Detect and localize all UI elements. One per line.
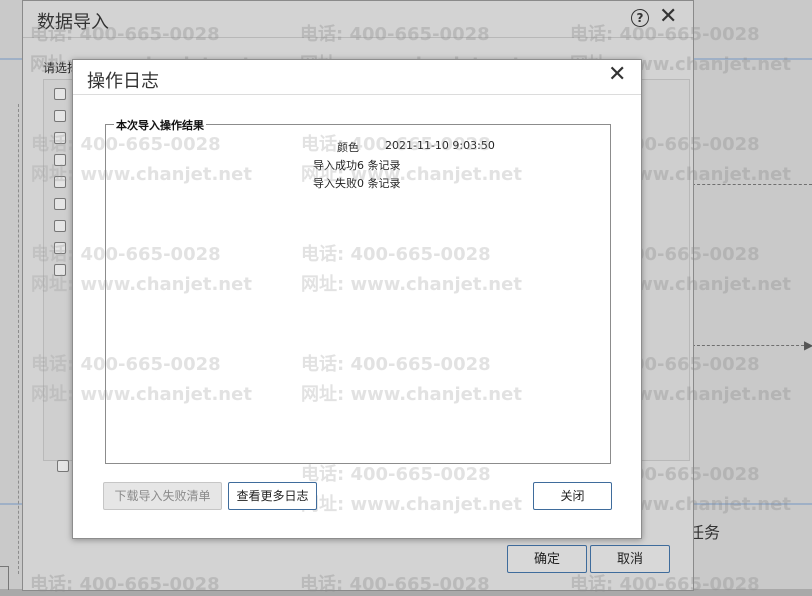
- watermark-phone: 电话: 400-665-0028: [31, 134, 221, 155]
- watermark-phone: 电话: 400-665-0028: [301, 464, 491, 485]
- watermark-phone: 电话: 400-665-0028: [31, 354, 221, 375]
- arrow-right-icon: ▶: [804, 338, 812, 352]
- watermark-phone: 电话: 400-665-0028: [300, 24, 490, 45]
- watermark-phone: 电话: 400-665-0028: [570, 24, 760, 45]
- cancel-button[interactable]: 取消: [590, 545, 670, 573]
- download-failed-list-button[interactable]: 下载导入失败清单: [103, 482, 222, 510]
- watermark-phone: 电话: 400-665-0028: [301, 134, 491, 155]
- watermark-phone: 电话: 400-665-0028: [30, 574, 220, 595]
- close-icon[interactable]: ✕: [608, 62, 626, 88]
- dialog-title: 操作日志: [87, 71, 159, 92]
- watermark-site: 网址: www.chanjet.net: [301, 164, 522, 185]
- confirm-button[interactable]: 确定: [507, 545, 587, 573]
- watermark-site: 网址: www.chanjet.net: [301, 384, 522, 405]
- background-bracket: [0, 566, 9, 590]
- watermark-phone: 电话: 400-665-0028: [570, 574, 760, 595]
- select-all-checkbox[interactable]: [54, 88, 66, 100]
- watermark-site: 网址: www.chanjet.net: [31, 384, 252, 405]
- item-checkbox[interactable]: [54, 110, 66, 122]
- background-dashed-line: [18, 104, 19, 574]
- option-checkbox[interactable]: [57, 460, 69, 472]
- watermark-phone: 电话: 400-665-0028: [300, 574, 490, 595]
- watermark-site: 网址: www.chanjet.net: [31, 164, 252, 185]
- item-checkbox[interactable]: [54, 198, 66, 210]
- operation-log-dialog: 操作日志 ✕ 本次导入操作结果 颜色 2021-11-10 9:03:50 导入…: [31, 59, 642, 539]
- close-button[interactable]: 关闭: [533, 482, 612, 510]
- background-dashed-line: [692, 345, 804, 346]
- watermark-site: 网址: www.chanjet.net: [301, 494, 522, 515]
- watermark-phone: 电话: 400-665-0028: [30, 24, 220, 45]
- watermark-site: 网址: www.chanjet.net: [301, 274, 522, 295]
- item-checkbox[interactable]: [54, 220, 66, 232]
- title-divider: [73, 94, 641, 95]
- watermark-phone: 电话: 400-665-0028: [301, 354, 491, 375]
- view-more-logs-button[interactable]: 查看更多日志: [228, 482, 317, 510]
- watermark-site: 网址: www.chanjet.net: [31, 274, 252, 295]
- watermark-phone: 电话: 400-665-0028: [301, 244, 491, 265]
- watermark-phone: 电话: 400-665-0028: [31, 244, 221, 265]
